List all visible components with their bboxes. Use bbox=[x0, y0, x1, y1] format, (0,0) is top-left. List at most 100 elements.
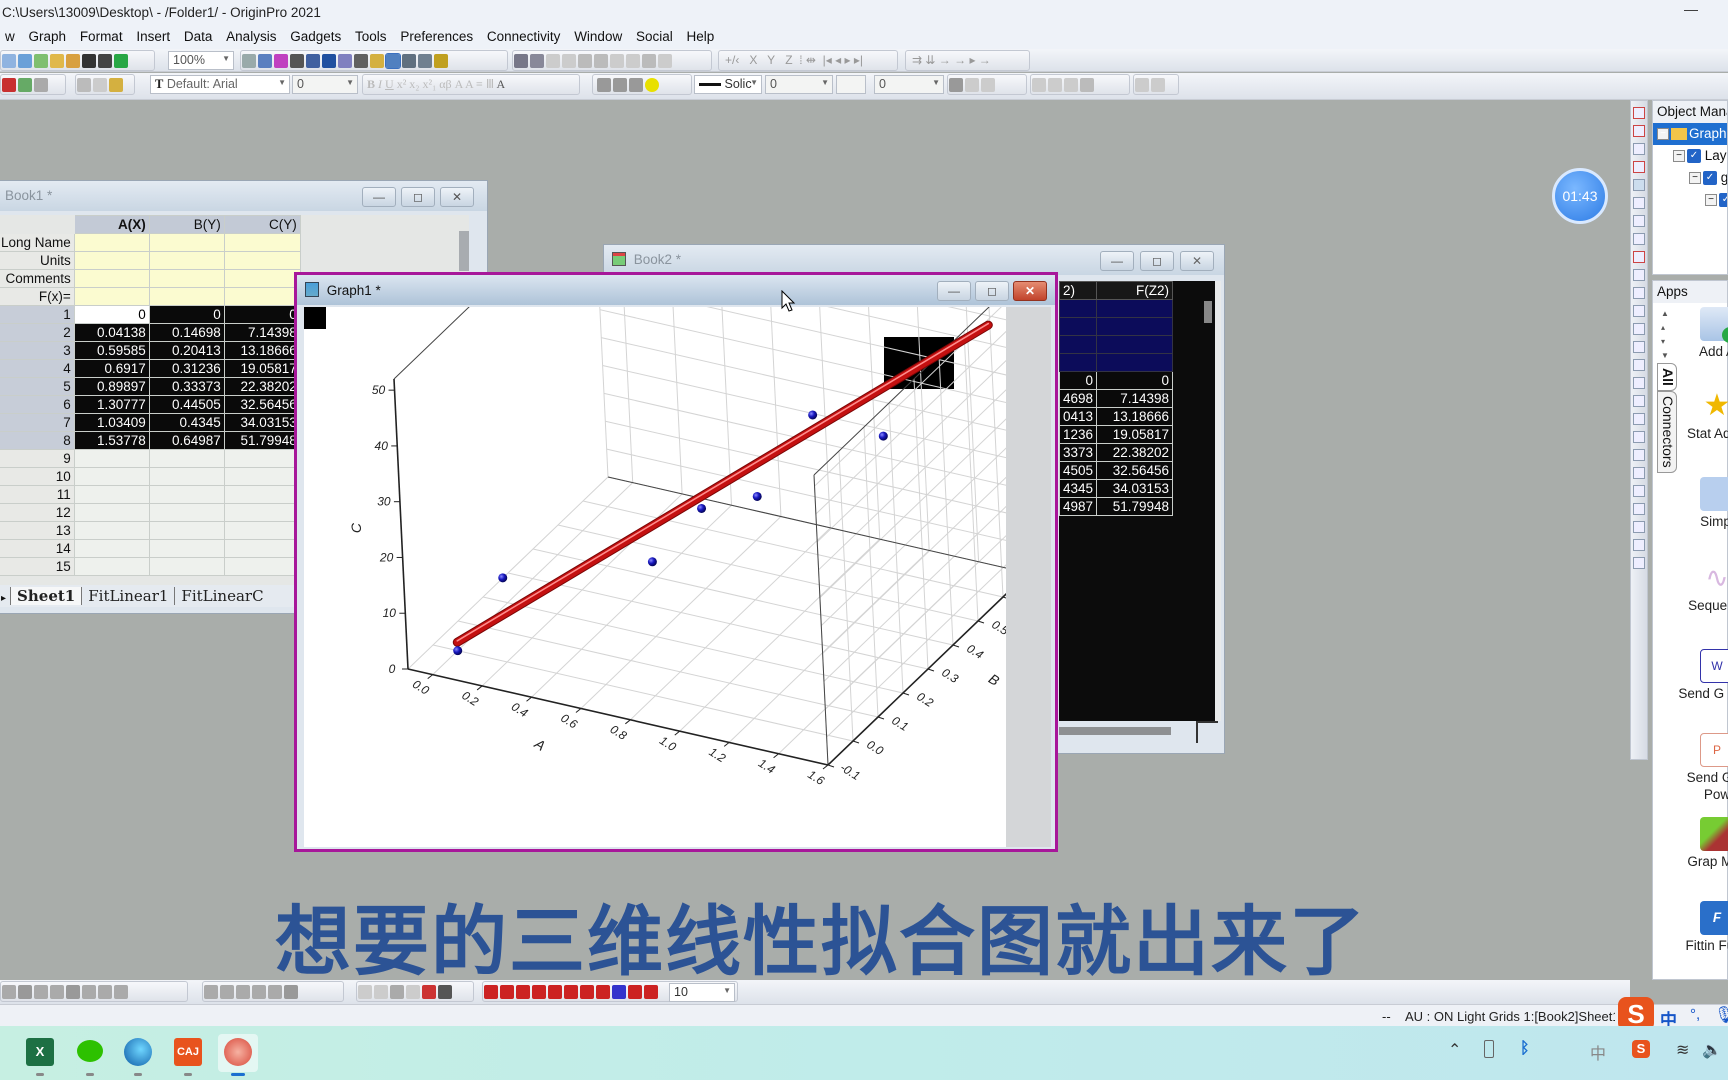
rotate-left-icon[interactable] bbox=[484, 985, 498, 999]
line-color-icon[interactable] bbox=[629, 78, 643, 92]
resize-icon[interactable] bbox=[1633, 557, 1645, 569]
layer-6-icon[interactable] bbox=[438, 985, 452, 999]
cell[interactable] bbox=[223, 503, 301, 522]
column-header[interactable]: A(X) bbox=[73, 215, 150, 234]
cell[interactable]: 0 bbox=[223, 305, 301, 324]
checkbox-checked-icon[interactable]: ✓ bbox=[1703, 171, 1717, 186]
font-select[interactable]: T Default: Arial ▼ bbox=[150, 75, 290, 94]
align-icon[interactable]: ≡ bbox=[476, 77, 483, 91]
new-workbook-icon[interactable] bbox=[18, 54, 32, 68]
book1-minimize-button[interactable]: — bbox=[362, 187, 396, 207]
axis-icon[interactable] bbox=[1633, 107, 1645, 119]
layout-3-icon[interactable] bbox=[1633, 233, 1645, 245]
layout-1-icon[interactable] bbox=[1633, 197, 1645, 209]
polar-plot-icon[interactable] bbox=[82, 985, 96, 999]
stock-plot-icon[interactable] bbox=[98, 985, 112, 999]
tab-sheet1[interactable]: Sheet1 bbox=[10, 587, 82, 605]
app-simple-fit[interactable]: Simpl bbox=[1677, 477, 1728, 530]
merge-icon[interactable] bbox=[34, 78, 48, 92]
rotation-step-select[interactable]: 10 ▼ bbox=[669, 983, 735, 1002]
cell[interactable]: 0.64987 bbox=[148, 431, 225, 450]
zoom-select[interactable]: 100% ▼ bbox=[168, 51, 234, 70]
cell[interactable] bbox=[73, 449, 150, 468]
worksheet-query-icon[interactable] bbox=[418, 54, 432, 68]
ungroup-icon[interactable] bbox=[1633, 539, 1645, 551]
symbol-size-select[interactable]: 0 ▼ bbox=[874, 75, 944, 94]
cell[interactable]: 0.6917 bbox=[73, 359, 150, 378]
cell[interactable] bbox=[1058, 299, 1098, 318]
app-stat-advisor[interactable]: ★ Stat Advis bbox=[1677, 389, 1728, 442]
error-bar-icon[interactable]: ⁞ ⇹ bbox=[799, 53, 816, 67]
box-plot-icon[interactable] bbox=[50, 985, 64, 999]
label-row-header[interactable]: Comments bbox=[0, 269, 75, 288]
fill-icon[interactable] bbox=[284, 985, 298, 999]
superscript-icon[interactable]: x² bbox=[397, 77, 407, 91]
tray-overflow-icon[interactable]: ⌃ bbox=[1448, 1040, 1461, 1060]
grid-icon[interactable] bbox=[981, 78, 995, 92]
cell[interactable]: 0.14698 bbox=[148, 323, 225, 342]
align-right-icon[interactable] bbox=[1633, 377, 1645, 389]
open-icon[interactable] bbox=[50, 54, 64, 68]
reset-icon[interactable] bbox=[628, 985, 642, 999]
stack-icon[interactable] bbox=[644, 985, 658, 999]
collapse-icon[interactable]: − bbox=[1705, 194, 1717, 207]
row-header[interactable]: 5 bbox=[0, 377, 75, 396]
cell[interactable]: 51.79948 bbox=[1096, 497, 1174, 516]
lock-icon[interactable] bbox=[1080, 78, 1094, 92]
label-row-header[interactable]: Long Name bbox=[0, 233, 75, 252]
collapse-icon[interactable]: − bbox=[1673, 150, 1685, 163]
taskbar-origin[interactable] bbox=[218, 1034, 258, 1076]
set-y-button[interactable]: Y bbox=[767, 53, 775, 67]
cell[interactable]: 0.04138 bbox=[73, 323, 150, 342]
border-icon[interactable] bbox=[965, 78, 979, 92]
align-top-icon[interactable] bbox=[1633, 395, 1645, 407]
apps-icon[interactable] bbox=[434, 54, 448, 68]
cell[interactable]: 19.05817 bbox=[223, 359, 301, 378]
row-header[interactable]: 4 bbox=[0, 359, 75, 378]
graph-page[interactable]: 0.0 0.2 0.4 0.6 0.8 1.0 1.2 1.4 1.6 -0.1 0.0 0.1 0.2… bbox=[304, 307, 1006, 847]
volume-icon[interactable]: 🔈 bbox=[1702, 1040, 1722, 1060]
cell[interactable]: 1.30777 bbox=[73, 395, 150, 414]
cell[interactable] bbox=[148, 269, 225, 288]
tilt-down-icon[interactable] bbox=[532, 985, 546, 999]
rotate-ccw-icon[interactable] bbox=[564, 985, 578, 999]
cell[interactable] bbox=[73, 503, 150, 522]
unmask-icon[interactable] bbox=[1048, 78, 1062, 92]
template-icon[interactable] bbox=[114, 985, 128, 999]
cell[interactable]: 34.03153 bbox=[223, 413, 301, 432]
underline-icon[interactable]: U bbox=[385, 77, 394, 91]
import-icon[interactable] bbox=[2, 78, 16, 92]
first-icon[interactable]: |◂ ◂ ▸ ▸| bbox=[823, 53, 863, 67]
arrange-icon[interactable]: ⇉ ⇊ → → ▸ → bbox=[912, 53, 991, 67]
send-back-icon[interactable] bbox=[1633, 503, 1645, 515]
column-header[interactable]: F(Z2) bbox=[1096, 281, 1174, 300]
cell[interactable]: 0 bbox=[148, 305, 225, 324]
book2-vertical-scrollbar[interactable] bbox=[1204, 301, 1212, 323]
cell[interactable]: 13.18666 bbox=[223, 341, 301, 360]
color-swatch-select[interactable] bbox=[836, 75, 866, 94]
font-size-select[interactable]: 0 ▼ bbox=[292, 75, 358, 94]
fill-color-icon[interactable] bbox=[597, 78, 611, 92]
app-fitting-function[interactable]: F Fittin Func bbox=[1677, 901, 1728, 954]
cell[interactable] bbox=[73, 485, 150, 504]
menu-insert[interactable]: Insert bbox=[131, 26, 175, 44]
book1-vertical-scrollbar[interactable] bbox=[459, 231, 469, 271]
cell[interactable]: 1.53778 bbox=[73, 431, 150, 450]
align-center-icon[interactable] bbox=[1633, 431, 1645, 443]
line-style-select[interactable]: Solic ▼ bbox=[694, 75, 762, 94]
cell[interactable] bbox=[223, 269, 301, 288]
frame-corner-icon[interactable] bbox=[1633, 341, 1645, 353]
cell[interactable]: 34.03153 bbox=[1096, 479, 1174, 498]
pattern-icon[interactable] bbox=[949, 78, 963, 92]
taskbar-edge[interactable] bbox=[118, 1034, 158, 1076]
frame-top-icon[interactable] bbox=[1633, 287, 1645, 299]
row-header[interactable]: 1 bbox=[0, 305, 75, 324]
tray-ime-lang[interactable]: 中 bbox=[1590, 1040, 1606, 1064]
cell[interactable] bbox=[148, 503, 225, 522]
line-plot-icon[interactable] bbox=[2, 985, 16, 999]
cell[interactable] bbox=[223, 233, 301, 252]
align-left-icon[interactable] bbox=[1633, 359, 1645, 371]
area-plot-icon[interactable] bbox=[66, 985, 80, 999]
cell[interactable] bbox=[73, 557, 150, 576]
sort-icon[interactable] bbox=[546, 54, 560, 68]
